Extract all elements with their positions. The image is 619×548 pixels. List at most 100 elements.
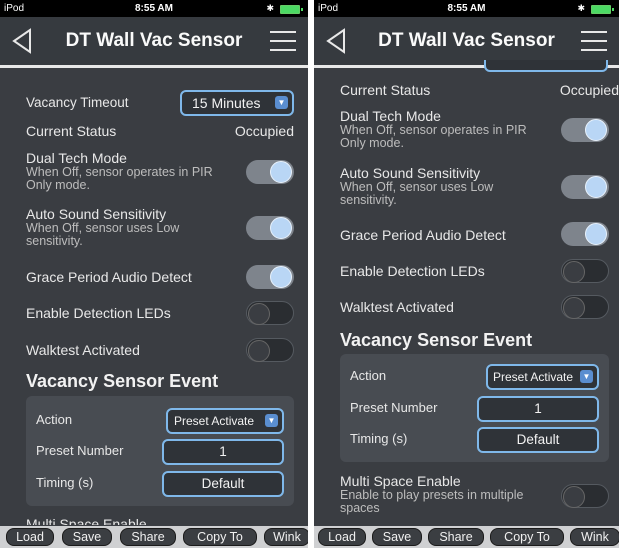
- clock: 8:55 AM: [447, 3, 486, 14]
- dual-tech-description: When Off, sensor operates in PIR Only mo…: [340, 123, 527, 150]
- current-status-value: Occupied: [559, 82, 619, 98]
- auto-sound-toggle[interactable]: [561, 175, 609, 199]
- section-title: Vacancy Sensor Event: [340, 330, 533, 350]
- vacancy-timeout-row: Vacancy Timeout 15 Minutes ▼: [26, 90, 294, 116]
- clock: 8:55 AM: [135, 3, 173, 14]
- wink-button[interactable]: Wink: [264, 528, 308, 546]
- multi-space-partial: Multi Space Enable: [26, 515, 294, 525]
- auto-sound-toggle[interactable]: [246, 216, 294, 240]
- walktest-toggle[interactable]: [246, 338, 294, 362]
- grace-period-row: Grace Period Audio Detect: [26, 265, 294, 291]
- dual-tech-label: Dual Tech Mode: [340, 108, 441, 124]
- grace-period-row: Grace Period Audio Detect: [340, 222, 609, 248]
- screen-right: iPod 8:55 AM ✱ DT Wall Vac Sensor Curren…: [314, 0, 619, 548]
- auto-sound-row: Auto Sound Sensitivity When Off, sensor …: [26, 206, 294, 254]
- auto-sound-label: Auto Sound Sensitivity: [26, 206, 167, 222]
- battery-icon: [280, 5, 303, 14]
- grace-period-label: Grace Period Audio Detect: [340, 227, 506, 243]
- screen-left: iPod 8:55 AM ✱ DT Wall Vac Sensor Vacanc…: [0, 0, 308, 548]
- auto-sound-label: Auto Sound Sensitivity: [340, 165, 481, 181]
- vacancy-timeout-dropdown-edge[interactable]: [484, 60, 608, 72]
- page-title: DT Wall Vac Sensor: [378, 30, 555, 51]
- preset-row: Preset Number 1: [350, 396, 599, 422]
- action-label: Action: [36, 412, 73, 427]
- grace-period-toggle[interactable]: [561, 222, 609, 246]
- walktest-toggle[interactable]: [561, 295, 609, 319]
- action-row: Action Preset Activate ▼: [350, 364, 599, 390]
- action-value: Preset Activate: [174, 414, 255, 428]
- hamburger-menu-icon[interactable]: [270, 31, 296, 51]
- chevron-down-icon: ▼: [580, 370, 593, 383]
- bottom-toolbar: Load Save Share Copy To Wink: [0, 526, 308, 548]
- preset-label: Preset Number: [350, 400, 438, 415]
- multi-space-label: Multi Space Enable: [340, 473, 461, 489]
- page-title: DT Wall Vac Sensor: [65, 30, 243, 51]
- status-bar: iPod 8:55 AM ✱: [314, 0, 619, 17]
- hamburger-menu-icon[interactable]: [581, 31, 607, 51]
- detection-leds-row: Enable Detection LEDs: [26, 300, 294, 326]
- timing-field[interactable]: Default: [477, 427, 599, 453]
- section-title: Vacancy Sensor Event: [26, 371, 219, 391]
- current-status-value: Occupied: [234, 123, 294, 139]
- multi-space-toggle[interactable]: [561, 484, 609, 508]
- walktest-row: Walktest Activated: [340, 295, 609, 321]
- action-label: Action: [350, 368, 387, 383]
- share-button[interactable]: Share: [120, 528, 176, 546]
- vacancy-timeout-label: Vacancy Timeout: [26, 95, 129, 110]
- multi-space-partial-label: Multi Space Enable: [26, 516, 147, 525]
- timing-row: Timing (s) Default: [36, 471, 284, 497]
- dual-tech-toggle[interactable]: [246, 160, 294, 184]
- walktest-label: Walktest Activated: [26, 342, 140, 358]
- multi-space-row: Multi Space Enable Enable to play preset…: [340, 473, 609, 521]
- detection-leds-toggle[interactable]: [246, 301, 294, 325]
- load-button[interactable]: Load: [6, 528, 54, 546]
- load-button[interactable]: Load: [318, 528, 366, 546]
- current-status-label: Current Status: [26, 123, 117, 139]
- bottom-toolbar: Load Save Share Copy To Wink: [314, 526, 619, 548]
- detection-leds-label: Enable Detection LEDs: [26, 305, 171, 321]
- preset-label: Preset Number: [36, 443, 124, 458]
- save-button[interactable]: Save: [62, 528, 112, 546]
- action-value: Preset Activate: [493, 370, 574, 384]
- dual-tech-row: Dual Tech Mode When Off, sensor operates…: [26, 150, 294, 198]
- timing-label: Timing (s): [36, 475, 94, 490]
- share-button[interactable]: Share: [428, 528, 484, 546]
- preset-row: Preset Number 1: [36, 439, 284, 465]
- timing-field[interactable]: Default: [162, 471, 284, 497]
- save-button[interactable]: Save: [372, 528, 422, 546]
- multi-space-description: Enable to play presets in multiple space…: [340, 488, 524, 515]
- preset-number-field[interactable]: 1: [162, 439, 284, 465]
- preset-number-field[interactable]: 1: [477, 396, 599, 422]
- event-panel: Action Preset Activate ▼ Preset Number 1…: [26, 396, 294, 506]
- detection-leds-label: Enable Detection LEDs: [340, 263, 485, 279]
- detection-leds-toggle[interactable]: [561, 259, 609, 283]
- nav-bar: DT Wall Vac Sensor: [0, 17, 308, 68]
- vacancy-timeout-dropdown[interactable]: 15 Minutes ▼: [180, 90, 294, 116]
- grace-period-toggle[interactable]: [246, 265, 294, 289]
- current-status-label: Current Status: [340, 82, 431, 98]
- bluetooth-icon: ✱: [577, 3, 585, 13]
- status-bar: iPod 8:55 AM ✱: [0, 0, 308, 17]
- dual-tech-toggle[interactable]: [561, 118, 609, 142]
- dual-tech-description: When Off, sensor operates in PIR Only mo…: [26, 165, 213, 192]
- vacancy-timeout-value: 15 Minutes: [192, 95, 261, 111]
- chevron-down-icon: ▼: [275, 96, 288, 109]
- walktest-row: Walktest Activated: [26, 337, 294, 363]
- auto-sound-description: When Off, sensor uses Low sensitivity.: [340, 180, 494, 207]
- auto-sound-row: Auto Sound Sensitivity When Off, sensor …: [340, 165, 609, 213]
- grace-period-label: Grace Period Audio Detect: [26, 269, 192, 285]
- action-dropdown[interactable]: Preset Activate ▼: [166, 408, 284, 434]
- action-dropdown[interactable]: Preset Activate ▼: [486, 364, 599, 390]
- wink-button[interactable]: Wink: [570, 528, 619, 546]
- timing-row: Timing (s) Default: [350, 427, 599, 453]
- detection-leds-row: Enable Detection LEDs: [340, 259, 609, 285]
- copy-to-button[interactable]: Copy To: [490, 528, 564, 546]
- dual-tech-row: Dual Tech Mode When Off, sensor operates…: [340, 108, 609, 156]
- action-row: Action Preset Activate ▼: [36, 408, 284, 434]
- copy-to-button[interactable]: Copy To: [183, 528, 257, 546]
- bluetooth-icon: ✱: [266, 3, 274, 13]
- battery-icon: [591, 5, 614, 14]
- dual-tech-label: Dual Tech Mode: [26, 150, 127, 166]
- chevron-down-icon: ▼: [265, 414, 278, 427]
- event-panel: Action Preset Activate ▼ Preset Number 1…: [340, 354, 609, 462]
